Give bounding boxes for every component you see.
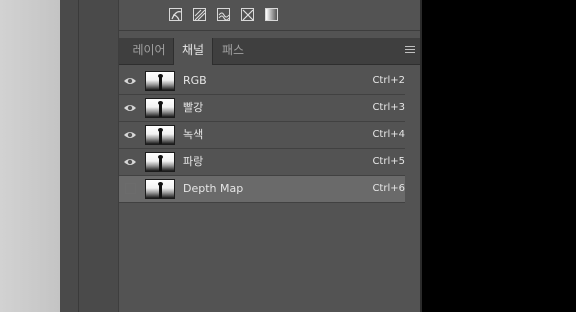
channel-row-blue[interactable]: 파랑 Ctrl+5	[119, 149, 405, 176]
save-selection-as-channel-icon[interactable]	[193, 8, 206, 21]
mask-icon[interactable]	[265, 8, 278, 21]
gutter-divider	[78, 0, 79, 312]
channel-row-green[interactable]: 녹색 Ctrl+4	[119, 122, 405, 149]
load-channel-as-selection-icon[interactable]	[169, 8, 182, 21]
panel-gutter	[60, 0, 118, 312]
new-channel-icon[interactable]	[217, 8, 230, 21]
tab-paths[interactable]: 패스	[213, 38, 253, 64]
panel-toolbar	[119, 0, 421, 31]
channel-shortcut: Ctrl+3	[372, 102, 405, 113]
tab-layers[interactable]: 레이어	[123, 38, 175, 64]
channel-shortcut: Ctrl+4	[372, 129, 405, 140]
panel-right-border	[420, 0, 422, 312]
visibility-toggle[interactable]	[125, 183, 136, 194]
panel-tab-bar: 레이어 채널 패스	[119, 38, 421, 65]
panel-menu-icon[interactable]	[405, 46, 415, 56]
channel-thumbnail	[145, 179, 175, 199]
eye-icon[interactable]	[123, 102, 137, 114]
channel-name: 녹색	[183, 128, 204, 141]
channels-panel: 레이어 채널 패스 RGB Ctrl+2 빨강 Ctrl+3 녹색 Ctrl+4	[118, 0, 421, 312]
channel-thumbnail	[145, 71, 175, 91]
channel-thumbnail	[145, 125, 175, 145]
channel-thumbnail	[145, 98, 175, 118]
delete-channel-icon[interactable]	[241, 8, 254, 21]
tab-channels[interactable]: 채널	[173, 38, 213, 65]
eye-icon[interactable]	[123, 75, 137, 87]
channel-name: 빨강	[183, 101, 204, 114]
eye-icon[interactable]	[123, 129, 137, 141]
channel-name: Depth Map	[183, 182, 244, 195]
channel-thumbnail	[145, 152, 175, 172]
document-canvas-area	[0, 0, 60, 312]
channel-shortcut: Ctrl+5	[372, 156, 405, 167]
channel-row-red[interactable]: 빨강 Ctrl+3	[119, 95, 405, 122]
channel-shortcut: Ctrl+2	[372, 75, 405, 86]
channel-row-depth-map[interactable]: Depth Map Ctrl+6	[119, 176, 405, 203]
channel-shortcut: Ctrl+6	[372, 183, 405, 194]
channel-name: 파랑	[183, 155, 204, 168]
channel-name: RGB	[183, 74, 207, 87]
channel-row-rgb[interactable]: RGB Ctrl+2	[119, 68, 405, 95]
eye-icon[interactable]	[123, 156, 137, 168]
